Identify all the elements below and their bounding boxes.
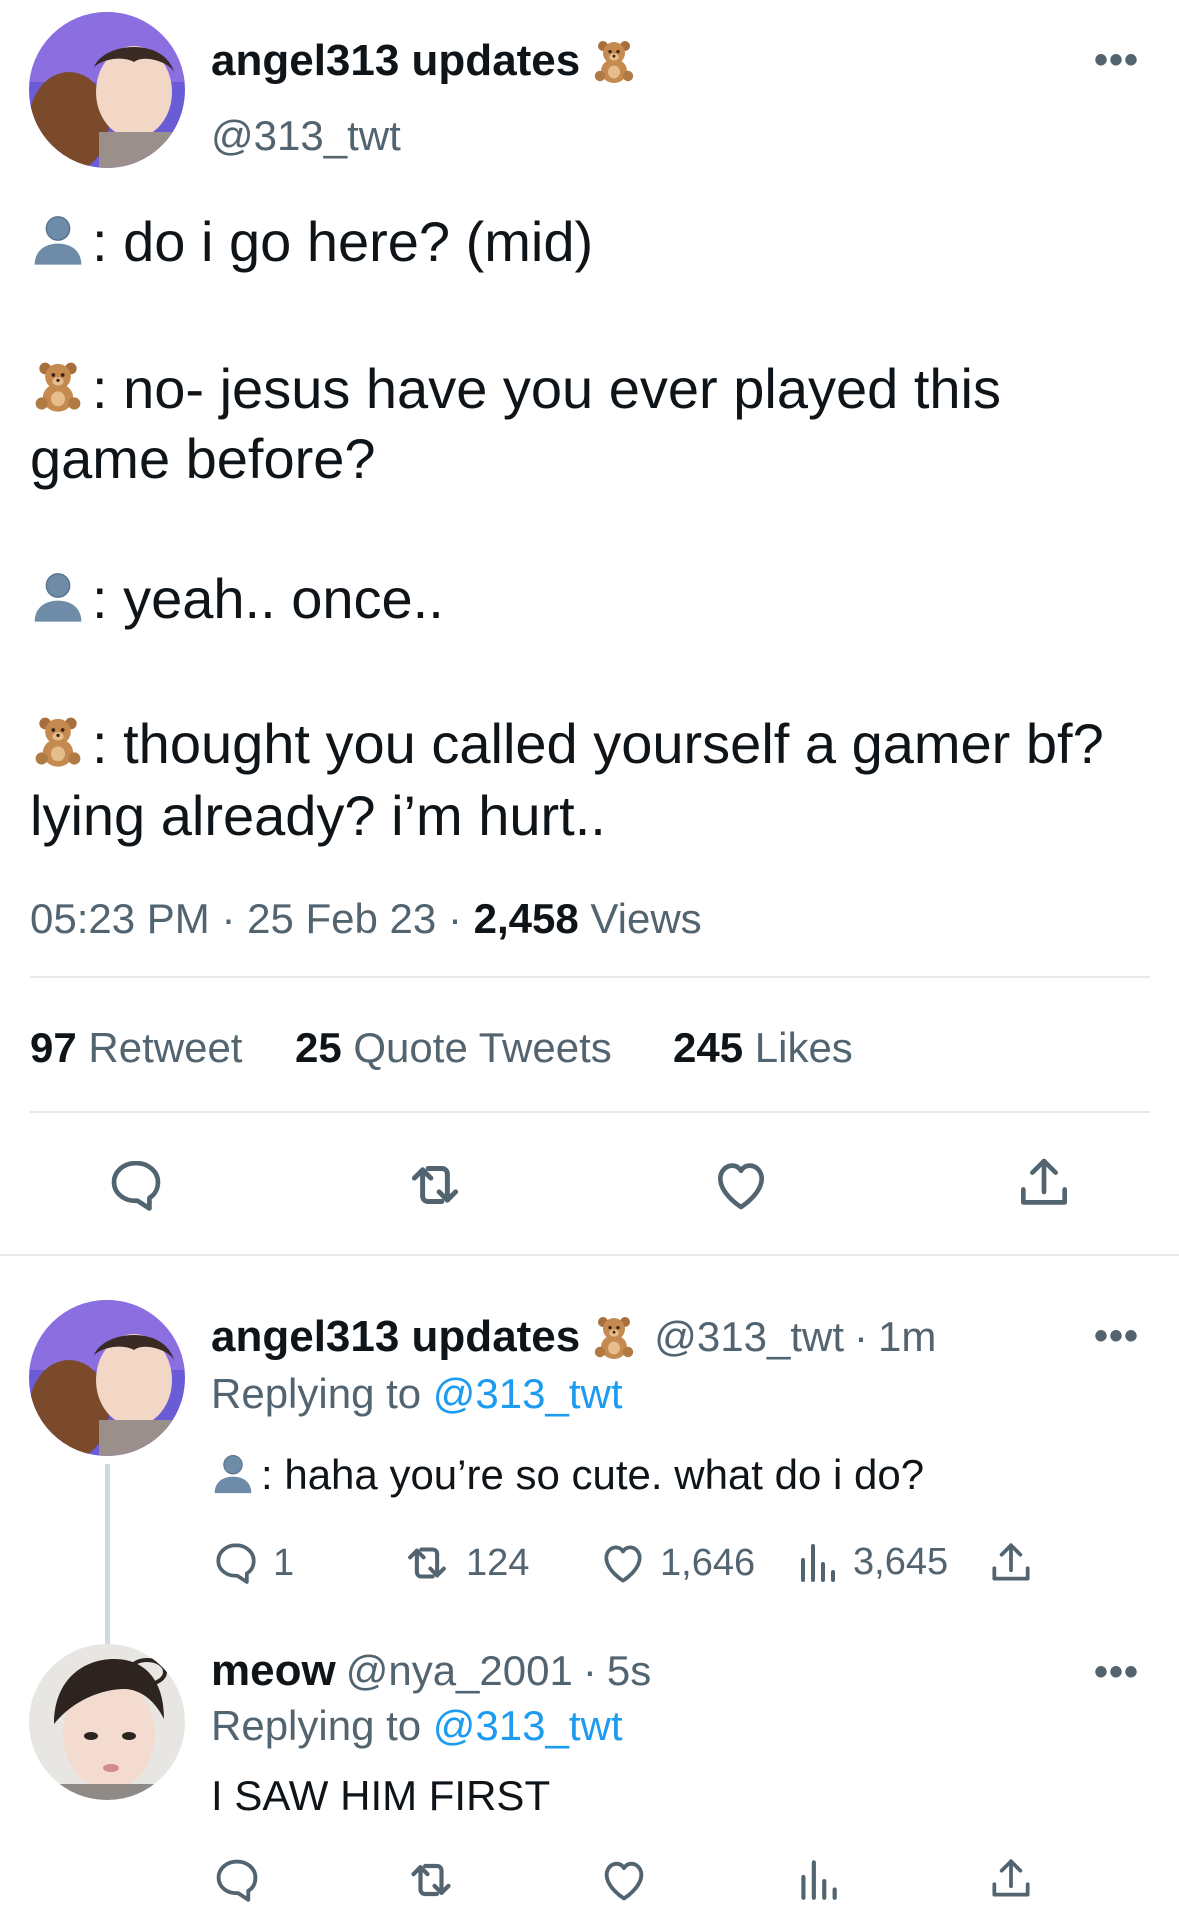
- like-icon[interactable]: [598, 1854, 650, 1906]
- reply-time[interactable]: 5s: [607, 1647, 651, 1695]
- bust-in-silhouette-emoji: [211, 1451, 255, 1495]
- tweet-line-2: : no- jesus have you ever played this: [30, 354, 1001, 424]
- retweet-icon[interactable]: [403, 1852, 459, 1908]
- replying-to: Replying to @313_twt: [211, 1370, 623, 1417]
- share-icon[interactable]: [1013, 1152, 1075, 1214]
- reply-icon[interactable]: [211, 1854, 263, 1906]
- reply-icon[interactable]: [105, 1154, 167, 1216]
- reply-author-name[interactable]: meow: [211, 1646, 336, 1696]
- tweet-line-3: game before?: [30, 427, 376, 490]
- tweet-time[interactable]: 05:23 PM: [30, 895, 210, 942]
- replying-to-mention[interactable]: @313_twt: [433, 1702, 623, 1749]
- reply-header: angel313 updates @313_twt · 1m: [211, 1312, 937, 1362]
- thread-connector: [105, 1464, 110, 1644]
- retweet-icon[interactable]: [402, 1152, 468, 1218]
- more-icon[interactable]: •••: [1094, 1314, 1139, 1359]
- reply-handle[interactable]: @nya_2001: [346, 1647, 573, 1695]
- bust-in-silhouette-emoji: [30, 211, 86, 267]
- teddy-bear-emoji: [590, 37, 638, 85]
- teddy-bear-emoji: [30, 358, 86, 414]
- bust-in-silhouette-emoji: [30, 568, 86, 624]
- reply-like-action[interactable]: 1,646: [598, 1538, 755, 1588]
- reply-time[interactable]: 1m: [878, 1313, 936, 1361]
- tweet-line-1: : do i go here? (mid): [30, 207, 593, 277]
- replying-to: Replying to @313_twt: [211, 1702, 623, 1749]
- author-handle[interactable]: @313_twt: [211, 112, 401, 160]
- views-icon[interactable]: [793, 1854, 843, 1904]
- divider: [30, 976, 1150, 978]
- reply-reply-action[interactable]: 1: [211, 1538, 294, 1588]
- divider: [30, 1111, 1150, 1113]
- reply-handle[interactable]: @313_twt: [654, 1313, 844, 1361]
- quote-tweets-stat[interactable]: 25 Quote Tweets: [295, 1024, 612, 1072]
- reply-header: meow @nya_2001 · 5s: [211, 1646, 652, 1696]
- retweets-stat[interactable]: 97 Retweet: [30, 1024, 242, 1072]
- more-icon[interactable]: •••: [1094, 1650, 1139, 1695]
- tweet-line-6: lying already? i’m hurt..: [30, 784, 606, 847]
- replying-to-mention[interactable]: @313_twt: [433, 1370, 623, 1417]
- retweet-icon: [400, 1536, 454, 1590]
- reply-text: : haha you’re so cute. what do i do?: [211, 1451, 924, 1499]
- reply-icon: [211, 1538, 261, 1588]
- views-count: 2,458: [473, 895, 579, 942]
- likes-stat[interactable]: 245 Likes: [673, 1024, 853, 1072]
- like-icon: [598, 1538, 648, 1588]
- reply-retweet-action[interactable]: 124: [400, 1536, 529, 1590]
- reply-author-name[interactable]: angel313 updates: [211, 1312, 580, 1362]
- reply-text: I SAW HIM FIRST: [211, 1772, 551, 1819]
- author-name-row: angel313 updates: [211, 36, 638, 86]
- tweet-line-5: : thought you called yourself a gamer bf…: [30, 709, 1104, 779]
- reply-views-action[interactable]: 3,645: [793, 1538, 948, 1586]
- teddy-bear-emoji: [590, 1313, 638, 1361]
- author-avatar[interactable]: [29, 12, 185, 168]
- share-icon[interactable]: [986, 1854, 1036, 1904]
- divider: [0, 1254, 1179, 1256]
- tweet-line-4: : yeah.. once..: [30, 564, 444, 634]
- reply-avatar[interactable]: [29, 1644, 185, 1800]
- views-icon: [793, 1538, 841, 1586]
- more-icon[interactable]: •••: [1094, 38, 1139, 83]
- share-icon[interactable]: [986, 1538, 1036, 1588]
- tweet-date[interactable]: 25 Feb 23: [247, 895, 436, 942]
- author-name[interactable]: angel313 updates: [211, 36, 580, 86]
- teddy-bear-emoji: [30, 713, 86, 769]
- views-label: Views: [590, 895, 702, 942]
- like-icon[interactable]: [710, 1154, 772, 1216]
- tweet-meta: 05:23 PM · 25 Feb 23 · 2,458 Views: [30, 895, 702, 942]
- reply-avatar[interactable]: [29, 1300, 185, 1456]
